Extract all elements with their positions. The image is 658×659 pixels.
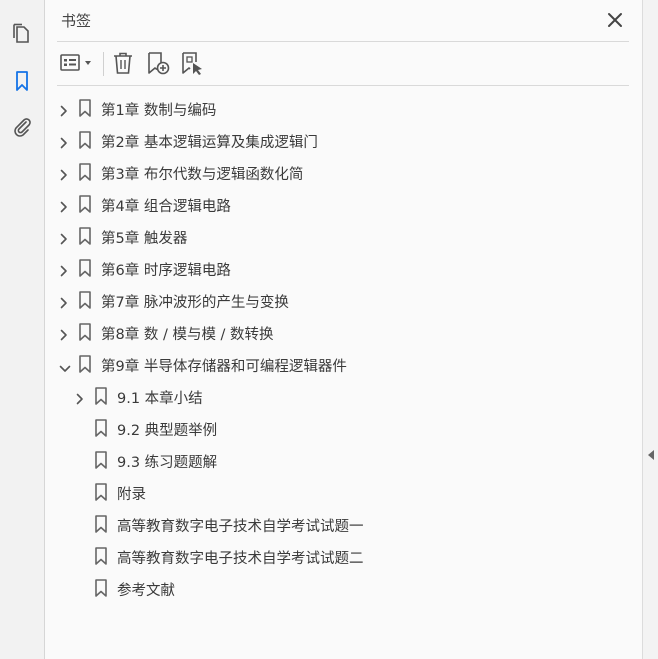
bookmark-toolbar <box>45 46 642 82</box>
options-menu-icon[interactable] <box>59 50 97 76</box>
bookmark-icon <box>94 547 108 565</box>
bookmark-icon <box>78 99 92 117</box>
right-panel-edge <box>642 0 658 659</box>
bookmark-icon <box>78 131 92 149</box>
bookmark-label: 第5章 触发器 <box>101 231 188 247</box>
bookmark-icon <box>78 195 92 213</box>
attachment-icon[interactable] <box>11 116 33 138</box>
chevron-right-icon[interactable] <box>75 390 85 405</box>
chevron-right-icon[interactable] <box>59 102 69 117</box>
bookmark-icon <box>94 387 108 405</box>
bookmark-label: 第1章 数制与编码 <box>101 103 217 119</box>
collapse-panel-icon[interactable] <box>648 450 654 460</box>
bookmark-label: 第2章 基本逻辑运算及集成逻辑门 <box>101 135 318 151</box>
bookmark-icon <box>94 483 108 501</box>
bookmark-label: 第8章 数 / 模与模 / 数转换 <box>101 327 274 343</box>
bookmark-label: 第6章 时序逻辑电路 <box>101 263 231 279</box>
bookmark-icon <box>78 323 92 341</box>
bookmark-icon <box>78 163 92 181</box>
bookmark-label: 附录 <box>117 487 146 503</box>
bookmark-icon <box>78 259 92 277</box>
bookmark-label: 高等教育数字电子技术自学考试试题一 <box>117 519 364 535</box>
bookmark-row[interactable]: 9.2 典型题举例 <box>45 412 642 444</box>
bookmark-row[interactable]: 9.1 本章小结 <box>45 380 642 412</box>
new-bookmark-icon[interactable] <box>145 50 171 76</box>
toolbar-divider <box>57 85 629 86</box>
bookmark-row[interactable]: 第1章 数制与编码 <box>45 92 642 124</box>
bookmark-icon <box>94 451 108 469</box>
bookmark-row[interactable]: 第8章 数 / 模与模 / 数转换 <box>45 316 642 348</box>
bookmark-icon <box>78 355 92 373</box>
bookmark-label: 第4章 组合逻辑电路 <box>101 199 231 215</box>
bookmark-row[interactable]: 参考文献 <box>45 572 642 604</box>
panel-title: 书签 <box>61 12 92 30</box>
bookmark-row[interactable]: 高等教育数字电子技术自学考试试题二 <box>45 540 642 572</box>
bookmark-icon <box>78 291 92 309</box>
bookmark-row[interactable]: 第7章 脉冲波形的产生与变换 <box>45 284 642 316</box>
bookmark-icon[interactable] <box>11 70 33 92</box>
chevron-right-icon[interactable] <box>59 134 69 149</box>
bookmark-label: 第7章 脉冲波形的产生与变换 <box>101 295 289 311</box>
bookmark-label: 第3章 布尔代数与逻辑函数化简 <box>101 167 304 183</box>
bookmark-label: 9.1 本章小结 <box>117 391 203 407</box>
bookmark-row[interactable]: 第2章 基本逻辑运算及集成逻辑门 <box>45 124 642 156</box>
chevron-right-icon[interactable] <box>59 294 69 309</box>
chevron-right-icon[interactable] <box>59 230 69 245</box>
bookmark-row[interactable]: 附录 <box>45 476 642 508</box>
bookmark-icon <box>78 227 92 245</box>
bookmark-row[interactable]: 高等教育数字电子技术自学考试试题一 <box>45 508 642 540</box>
chevron-right-icon[interactable] <box>59 166 69 181</box>
bookmark-row[interactable]: 9.3 练习题题解 <box>45 444 642 476</box>
chevron-right-icon[interactable] <box>59 262 69 277</box>
toolbar-separator <box>103 52 104 76</box>
pages-icon[interactable] <box>11 23 33 45</box>
bookmark-label: 9.3 练习题题解 <box>117 455 218 471</box>
bookmark-icon <box>94 419 108 437</box>
bookmarks-panel: 书签 第1章 数制与编码 第2章 基本逻辑运算及集成逻辑门 第3章 布尔代数与逻… <box>45 0 642 659</box>
bookmark-icon <box>94 515 108 533</box>
header-divider <box>57 41 629 42</box>
new-bookmark-from-structure-icon[interactable] <box>179 50 205 76</box>
bookmark-row[interactable]: 第4章 组合逻辑电路 <box>45 188 642 220</box>
chevron-right-icon[interactable] <box>59 326 69 341</box>
bookmark-label: 高等教育数字电子技术自学考试试题二 <box>117 551 364 567</box>
bookmark-row[interactable]: 第6章 时序逻辑电路 <box>45 252 642 284</box>
bookmark-icon <box>94 579 108 597</box>
chevron-down-icon[interactable] <box>59 359 71 372</box>
bookmark-row[interactable]: 第3章 布尔代数与逻辑函数化简 <box>45 156 642 188</box>
panel-header: 书签 <box>45 0 642 40</box>
bookmark-label: 第9章 半导体存储器和可编程逻辑器件 <box>101 359 347 375</box>
left-navigation-bar <box>0 0 45 659</box>
bookmark-row[interactable]: 第9章 半导体存储器和可编程逻辑器件 <box>45 348 642 380</box>
bookmark-label: 9.2 典型题举例 <box>117 423 218 439</box>
bookmark-row[interactable]: 第5章 触发器 <box>45 220 642 252</box>
bookmark-label: 参考文献 <box>117 583 175 599</box>
delete-icon[interactable] <box>111 50 135 76</box>
chevron-right-icon[interactable] <box>59 198 69 213</box>
close-icon[interactable] <box>605 10 625 30</box>
